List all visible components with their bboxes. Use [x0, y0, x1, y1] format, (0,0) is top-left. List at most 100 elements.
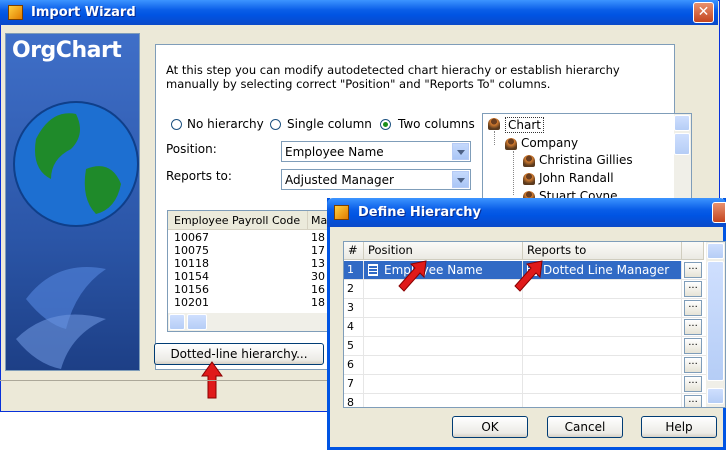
help-button[interactable]: Help [641, 416, 717, 438]
chevron-down-icon[interactable] [452, 171, 469, 188]
hierarchy-grid-scrollbar[interactable] [706, 242, 725, 407]
ellipsis-button[interactable]: ... [684, 357, 702, 373]
person-icon [523, 155, 535, 167]
column-header [682, 242, 704, 260]
brand-logo: OrgChart [12, 38, 122, 63]
grid-cell: 18 [311, 231, 325, 244]
grid-cell: 18 [311, 296, 325, 309]
reports-to-cell-value: Dotted Line Manager [543, 263, 670, 277]
table-row[interactable]: 7 ... [344, 375, 725, 394]
dialog-close-button[interactable] [712, 202, 726, 223]
position-cell[interactable] [364, 375, 523, 393]
grid-cell: 10067 [174, 231, 209, 244]
tree-node-person[interactable]: Christina Gillies [539, 153, 633, 167]
row-number: 8 [344, 394, 364, 407]
row-number: 6 [344, 356, 364, 374]
annotation-arrow-icon [514, 260, 543, 292]
cancel-button[interactable]: Cancel [547, 416, 623, 438]
annotation-arrow-icon [398, 260, 427, 292]
tree-node-chart[interactable]: Chart [505, 117, 544, 133]
grid-cell: 10075 [174, 244, 209, 257]
tree-node-person[interactable]: John Randall [539, 171, 614, 185]
window-title: Import Wizard [31, 5, 136, 20]
radio-two-columns-label: Two columns [398, 117, 475, 131]
field-icon [368, 264, 378, 276]
tree-node-company[interactable]: Company [521, 136, 578, 150]
tree-scrollbar[interactable] [674, 114, 691, 202]
ellipsis-button[interactable]: ... [684, 262, 702, 278]
tree-line [513, 151, 515, 195]
scroll-left-icon[interactable] [169, 314, 185, 330]
position-cell[interactable] [364, 318, 523, 336]
grid-cell: 10118 [174, 257, 209, 270]
intro-text: At this step you can modify autodetected… [166, 63, 620, 91]
close-button[interactable]: ✕ [693, 2, 714, 23]
ellipsis-button[interactable]: ... [684, 300, 702, 316]
position-label: Position: [166, 142, 217, 156]
chevron-down-icon[interactable] [452, 143, 469, 160]
reports-to-label: Reports to: [166, 169, 232, 183]
position-cell[interactable] [364, 356, 523, 374]
globe-graphic [13, 101, 139, 369]
chart-preview-tree[interactable]: Chart Company Christina Gillies John Ran… [482, 113, 692, 203]
ellipsis-button[interactable]: ... [684, 395, 702, 407]
chart-icon [488, 118, 500, 130]
row-number: 7 [344, 375, 364, 393]
table-row[interactable]: 6 ... [344, 356, 725, 375]
reports-to-cell[interactable] [523, 356, 682, 374]
reports-to-cell[interactable] [523, 394, 682, 407]
ellipsis-button[interactable]: ... [684, 376, 702, 392]
scroll-thumb[interactable] [707, 261, 724, 381]
position-cell[interactable] [364, 280, 523, 298]
column-header-position[interactable]: Position [364, 242, 523, 260]
grid-cell: 30 [311, 270, 325, 283]
app-icon [8, 5, 23, 20]
dotted-line-hierarchy-button[interactable]: Dotted-line hierarchy... [154, 343, 324, 365]
table-row[interactable]: 3 ... [344, 299, 725, 318]
person-icon [505, 138, 517, 150]
position-cell[interactable] [364, 394, 523, 407]
ellipsis-button[interactable]: ... [684, 319, 702, 335]
dialog-title: Define Hierarchy [358, 205, 482, 220]
grid-cell: 10156 [174, 283, 209, 296]
column-header[interactable]: Employee Payroll Code [174, 214, 300, 227]
wizard-side-banner: OrgChart [5, 33, 140, 371]
table-row[interactable]: 5 ... [344, 337, 725, 356]
row-number: 1 [344, 261, 364, 279]
radio-no-hierarchy[interactable] [171, 119, 182, 130]
row-number: 3 [344, 299, 364, 317]
scroll-up-icon[interactable] [707, 243, 724, 259]
grid-cell: 10201 [174, 296, 209, 309]
reports-to-cell[interactable] [523, 318, 682, 336]
reports-to-combo-value: Adjusted Manager [285, 173, 394, 187]
person-icon [523, 173, 535, 185]
reports-to-cell[interactable] [523, 299, 682, 317]
position-cell[interactable] [364, 299, 523, 317]
scroll-down-icon[interactable] [707, 388, 724, 404]
radio-single-column[interactable] [270, 119, 281, 130]
reports-to-cell[interactable] [523, 375, 682, 393]
column-header[interactable]: Ma [311, 214, 327, 227]
grid-cell: 13 [311, 257, 325, 270]
grid-cell: 10154 [174, 270, 209, 283]
row-number: 2 [344, 280, 364, 298]
position-combo[interactable]: Employee Name [281, 141, 471, 162]
ellipsis-button[interactable]: ... [684, 338, 702, 354]
scroll-up-icon[interactable] [674, 115, 690, 131]
scroll-thumb[interactable] [187, 314, 207, 330]
table-row[interactable]: 4 ... [344, 318, 725, 337]
reports-to-combo[interactable]: Adjusted Manager [281, 169, 471, 190]
ok-button[interactable]: OK [452, 416, 528, 438]
position-cell[interactable]: Employee Name [364, 261, 523, 279]
ellipsis-button[interactable]: ... [684, 281, 702, 297]
dialog-app-icon [334, 205, 349, 220]
reports-to-cell[interactable] [523, 337, 682, 355]
tree-line [494, 131, 496, 145]
radio-single-column-label: Single column [287, 117, 372, 131]
position-cell[interactable] [364, 337, 523, 355]
scroll-thumb[interactable] [674, 133, 690, 155]
radio-two-columns[interactable] [380, 119, 391, 130]
table-row[interactable]: 8 ... [344, 394, 725, 407]
position-combo-value: Employee Name [285, 145, 384, 159]
row-number: 5 [344, 337, 364, 355]
